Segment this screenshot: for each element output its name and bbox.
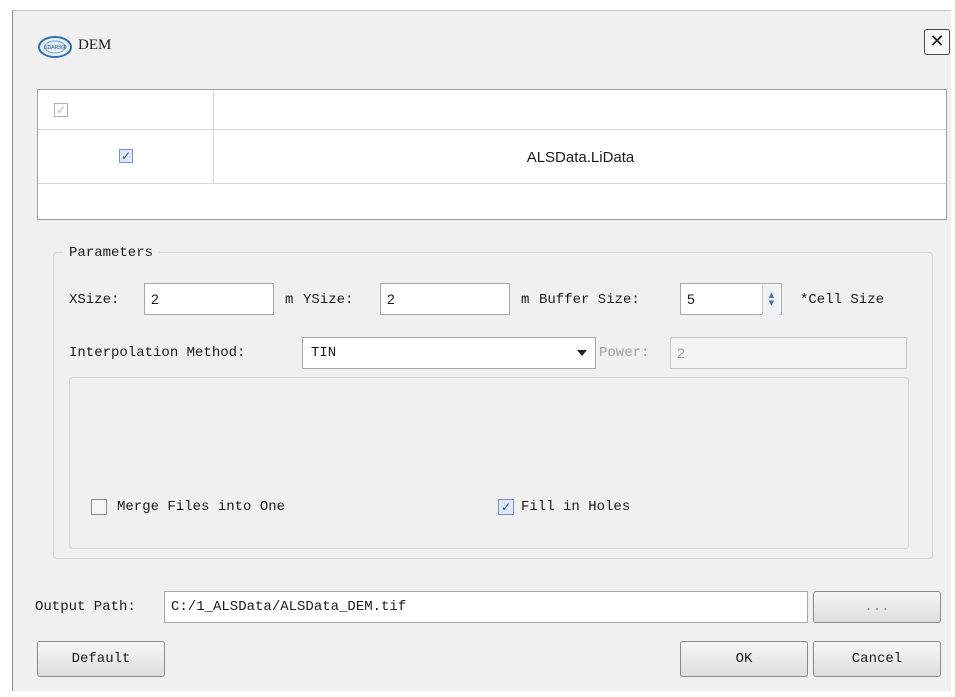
cancel-button[interactable]: Cancel [813,641,941,677]
ysize-label: YSize: [303,292,354,308]
title-bar: LIDAR360 DEM ✕ [13,11,952,71]
options-box [69,377,909,549]
interpolation-label: Interpolation Method: [69,345,246,361]
logo-text: LIDAR360 [43,45,66,51]
parameters-title: Parameters [63,245,160,261]
select-all-checkbox[interactable]: ✓ [54,103,68,117]
fill-holes-checkbox[interactable]: ✓ [498,499,514,515]
close-icon: ✕ [929,31,945,52]
interpolation-select[interactable]: TIN [302,337,596,369]
xsize-label: XSize: [69,292,120,308]
spin-down-icon[interactable]: ▼ [769,299,774,308]
chevron-down-icon[interactable] [577,350,587,356]
xsize-unit: m [285,292,294,308]
ysize-unit: m [521,292,530,308]
power-label: Power: [599,345,650,361]
file-table: ✓ ✓ ALSData.LiData [37,89,947,220]
close-button[interactable]: ✕ [924,29,950,55]
output-path-label: Output Path: [35,599,136,615]
xsize-input[interactable]: 2 [144,283,274,315]
ok-button[interactable]: OK [680,641,808,677]
default-button[interactable]: Default [37,641,165,677]
merge-files-checkbox[interactable] [91,499,107,515]
file-name-cell: ALSData.LiData [526,148,635,166]
cell-size-label: *Cell Size [800,292,885,308]
app-logo-icon: LIDAR360 [33,27,81,67]
buffer-size-label: Buffer Size: [539,292,640,308]
ysize-input[interactable]: 2 [380,283,510,315]
window-title: DEM [78,37,112,53]
browse-button[interactable]: ... [813,591,941,623]
output-path-input[interactable]: C:/1_ALSData/ALSData_DEM.tif [164,591,808,623]
table-header: ✓ [38,90,946,130]
row-checkbox[interactable]: ✓ [119,149,133,163]
interpolation-value: TIN [311,345,337,361]
buffer-spinner[interactable]: ▲ ▼ [762,285,780,315]
fill-holes-label: Fill in Holes [521,499,631,515]
dem-dialog: LIDAR360 DEM ✕ ✓ ✓ ALSData.LiData Parame… [12,10,951,691]
merge-files-label: Merge Files into One [117,499,286,515]
power-input: 2 [670,337,907,369]
